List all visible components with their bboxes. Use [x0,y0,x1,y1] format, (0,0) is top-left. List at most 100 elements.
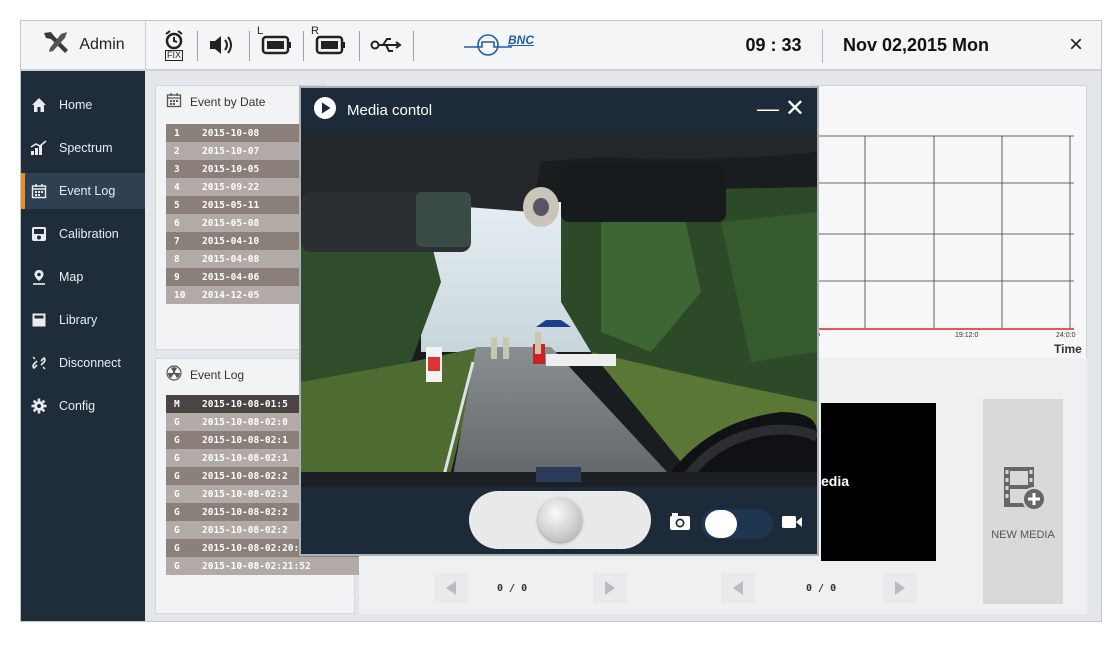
map-pin-icon [29,267,49,287]
sidebar-item-library[interactable]: Library [21,302,145,338]
chart-panel: :0 19:12:0 24:0:0 Time [811,85,1087,365]
event-type: G [174,524,180,536]
row-number: 4 [174,181,180,193]
time-chart [814,135,1074,330]
list-item[interactable]: G 2015-10-08-02:21:52 [166,557,376,575]
video-camera-icon[interactable] [781,514,803,535]
media-control-dialog: Media contol — ✕ [299,86,819,556]
event-time: 2015-10-08-02:20:46 [202,542,311,554]
row-date: 2015-10-05 [202,163,260,175]
event-log-header: Event Log [166,365,244,384]
axis-label: Time [1054,342,1082,356]
sidebar-item-label: Map [59,270,84,284]
event-time: 2015-10-08-02:2 [202,488,288,500]
row-number: 8 [174,253,180,265]
radiation-icon [166,365,182,384]
row-date: 2015-04-10 [202,235,260,247]
dialog-title: Media contol [347,101,433,119]
bnc-label: BNC [508,33,534,47]
sidebar-item-label: Library [59,313,98,327]
sidebar-item-label: Event Log [59,184,116,198]
event-type: G [174,488,180,500]
sidebar-item-map[interactable]: Map [21,259,145,295]
page-counter: 0 / 0 [806,583,837,594]
divider [303,31,304,61]
event-time: 2015-10-08-02:0 [202,416,288,428]
triangle-left-icon [733,581,743,595]
row-date: 2015-05-11 [202,199,260,211]
battery-right-icon[interactable]: R [307,25,355,61]
row-number: 1 [174,127,180,139]
triangle-right-icon [895,581,905,595]
play-icon[interactable] [313,96,337,125]
new-media-button[interactable]: NEW MEDIA [983,399,1063,604]
event-by-date-header: Event by Date [166,92,265,111]
row-date: 2015-09-22 [202,181,260,193]
home-icon [29,95,49,115]
sidebar-item-label: Calibration [59,227,119,241]
admin-label: Admin [79,36,125,53]
tools-icon [41,30,71,61]
calendar-icon [166,92,182,111]
film-add-icon [1004,466,1046,511]
camera-icon[interactable] [669,512,691,537]
battery-left-label: L [257,25,264,37]
prev-page-button[interactable] [721,573,755,603]
minimize-button[interactable]: — [757,96,779,122]
divider [822,29,823,63]
sidebar-item-spectrum[interactable]: Spectrum [21,130,145,166]
fix-label: FIX [164,49,183,61]
calendar-icon [29,181,49,201]
battery-right-label: R [311,25,319,37]
tick-label: 24:0:0 [1056,332,1076,339]
event-type: M [174,398,180,410]
next-page-button[interactable] [883,573,917,603]
event-time: 2015-10-08-02:2 [202,470,288,482]
event-time: 2015-10-08-01:5 [202,398,288,410]
dialog-close-button[interactable]: ✕ [785,94,805,123]
sidebar-item-event-log[interactable]: Event Log [21,173,145,209]
speaker-icon[interactable] [203,29,243,61]
event-type: G [174,416,180,428]
usb-icon[interactable] [365,29,407,61]
sidebar-item-label: Spectrum [59,141,113,155]
row-date: 2015-10-08 [202,127,260,139]
row-date: 2014-12-05 [202,289,260,301]
row-number: 10 [174,289,186,301]
photo-video-toggle[interactable] [701,509,773,539]
row-date: 2015-10-07 [202,145,260,157]
divider [413,31,414,61]
sidebar-item-disconnect[interactable]: Disconnect [21,345,145,381]
sidebar-item-config[interactable]: Config [21,388,145,424]
library-icon [29,310,49,330]
sidebar-item-home[interactable]: Home [21,87,145,123]
calibration-icon [29,224,49,244]
tick-label: 19:12:0 [955,332,979,339]
close-app-button[interactable]: × [1061,21,1091,69]
event-time: 2015-10-08-02:21:52 [202,560,311,572]
divider [197,31,198,61]
video-preview[interactable] [301,132,817,487]
app-window: Admin FIX L R BNC 09 : 33 Nov 02,2015 Mo… [20,20,1102,622]
bnc-connector-icon[interactable]: BNC [453,29,543,61]
next-page-button[interactable] [593,573,627,603]
alarm-fix-icon[interactable]: FIX [157,29,191,61]
road-scene-image [301,132,817,487]
clock-time: 09 : 33 [745,34,802,55]
admin-user[interactable]: Admin [21,21,146,69]
shutter-button[interactable] [538,498,582,542]
page-counter: 0 / 0 [497,583,528,594]
row-date: 2015-04-08 [202,253,260,265]
sidebar-item-label: Disconnect [59,356,121,370]
prev-page-button[interactable] [434,573,468,603]
event-time: 2015-10-08-02:1 [202,452,288,464]
sidebar-item-calibration[interactable]: Calibration [21,216,145,252]
event-log-title: Event Log [190,367,245,382]
divider [359,31,360,61]
battery-left-icon[interactable]: L [253,25,301,61]
row-number: 3 [174,163,180,175]
spectrum-icon [29,138,49,158]
divider [249,31,250,61]
sidebar-item-label: Home [59,98,93,112]
event-time: 2015-10-08-02:1 [202,434,288,446]
